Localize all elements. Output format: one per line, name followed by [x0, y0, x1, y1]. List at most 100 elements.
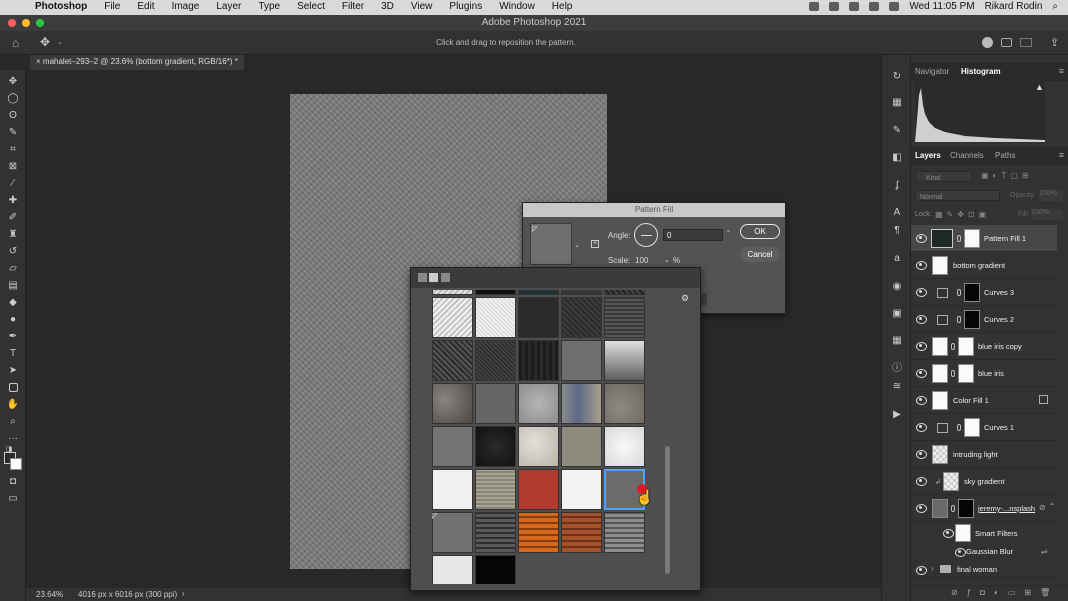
- cancel-button[interactable]: Cancel: [740, 247, 780, 262]
- status-icon[interactable]: [829, 2, 840, 11]
- chevron-up-icon[interactable]: ⌃: [1049, 502, 1056, 511]
- visibility-eye-icon[interactable]: [916, 315, 927, 324]
- pattern-swatch[interactable]: [432, 383, 473, 424]
- tab-navigator[interactable]: Navigator: [915, 67, 949, 76]
- link-icon[interactable]: [951, 370, 955, 377]
- pattern-swatch[interactable]: [604, 512, 645, 553]
- menu-edit[interactable]: Edit: [137, 1, 154, 12]
- angle-input[interactable]: [663, 229, 723, 241]
- menu-view[interactable]: View: [411, 1, 433, 12]
- swatches-icon[interactable]: ▦: [891, 97, 903, 108]
- chevron-down-icon[interactable]: ⌄: [664, 256, 670, 264]
- panel-menu-icon[interactable]: ≡: [1059, 66, 1064, 76]
- pattern-swatch[interactable]: [604, 290, 645, 295]
- clone-stamp-icon[interactable]: ♜: [7, 229, 19, 240]
- menu-plugins[interactable]: Plugins: [449, 1, 482, 12]
- menu-filter[interactable]: Filter: [342, 1, 364, 12]
- visibility-eye-icon[interactable]: [916, 261, 927, 270]
- layer-name[interactable]: Curves 2: [984, 315, 1014, 324]
- background-color-swatch[interactable]: [10, 458, 22, 470]
- user-icon[interactable]: [982, 37, 993, 48]
- new-preset-icon[interactable]: +: [591, 240, 599, 248]
- layer-mask-thumbnail[interactable]: [964, 418, 980, 437]
- status-icon[interactable]: [849, 2, 860, 11]
- path-selection-icon[interactable]: ➤: [7, 365, 19, 376]
- gradient-icon[interactable]: ▤: [7, 280, 19, 291]
- menu-help[interactable]: Help: [552, 1, 573, 12]
- pattern-swatch[interactable]: [604, 340, 645, 381]
- visibility-eye-icon[interactable]: [916, 342, 927, 351]
- lock-icons[interactable]: ▦✎✥⊡▣: [935, 210, 990, 219]
- glyph-icon[interactable]: a: [891, 253, 903, 264]
- table-icon[interactable]: ▦: [891, 335, 903, 346]
- rectangle-tool-icon[interactable]: [7, 382, 19, 393]
- chevron-right-icon[interactable]: ›: [182, 589, 185, 598]
- pattern-swatch[interactable]: [432, 290, 473, 295]
- pattern-swatch[interactable]: [475, 297, 516, 338]
- pattern-swatch[interactable]: [561, 297, 602, 338]
- zoom-level[interactable]: 23.64%: [36, 590, 63, 599]
- menu-image[interactable]: Image: [172, 1, 200, 12]
- visibility-eye-icon[interactable]: [916, 450, 927, 459]
- lasso-icon[interactable]: ʘ: [7, 110, 19, 121]
- kind-filter[interactable]: Kind: [915, 171, 972, 182]
- close-icon[interactable]: ×: [36, 57, 41, 66]
- gear-icon[interactable]: ⚙: [681, 293, 689, 304]
- layer-name[interactable]: Gaussian Blur: [966, 547, 1013, 556]
- picker-scrollbar[interactable]: [665, 446, 670, 574]
- visibility-eye-icon[interactable]: [916, 234, 927, 243]
- pattern-swatch[interactable]: [432, 340, 473, 381]
- pattern-swatch[interactable]: [561, 290, 602, 295]
- visibility-eye-icon[interactable]: [916, 477, 927, 486]
- pattern-swatch[interactable]: [432, 469, 473, 510]
- filter-options-icon[interactable]: ⇌: [1041, 547, 1048, 556]
- visibility-eye-icon[interactable]: [916, 504, 927, 513]
- pattern-swatch[interactable]: [604, 383, 645, 424]
- layer-mask-thumbnail[interactable]: [964, 229, 980, 248]
- visibility-eye-icon[interactable]: [916, 369, 927, 378]
- angle-dial[interactable]: [634, 223, 658, 247]
- move-tool-icon[interactable]: ✥: [7, 76, 19, 87]
- layer-row[interactable]: jeremy-...nsplash ⊘ ⌃: [911, 495, 1057, 522]
- layer-row[interactable]: bottom gradient: [911, 252, 1057, 279]
- layer-name[interactable]: Pattern Fill 1: [984, 234, 1026, 243]
- link-icon[interactable]: [957, 316, 961, 323]
- layer-row[interactable]: Gaussian Blur ⇌: [911, 544, 1057, 560]
- layer-mask-thumbnail[interactable]: [958, 499, 974, 518]
- pattern-swatch[interactable]: [561, 383, 602, 424]
- history-brush-icon[interactable]: ↺: [7, 246, 19, 257]
- visibility-eye-icon[interactable]: [943, 529, 954, 538]
- glyphs-icon[interactable]: ʄ: [891, 180, 903, 191]
- search-icon[interactable]: [1001, 38, 1012, 47]
- layer-mask-thumbnail[interactable]: [964, 283, 980, 302]
- crop-icon[interactable]: ⌗: [7, 144, 19, 155]
- layer-name[interactable]: Curves 1: [984, 423, 1014, 432]
- link-icon[interactable]: [951, 343, 955, 350]
- pattern-swatch[interactable]: [475, 340, 516, 381]
- pattern-swatch[interactable]: [475, 383, 516, 424]
- pattern-swatch[interactable]: [604, 297, 645, 338]
- brush-icon[interactable]: ✐: [7, 212, 19, 223]
- tab-histogram[interactable]: Histogram: [961, 67, 1001, 76]
- smart-filter-icon[interactable]: ⊘: [1039, 503, 1046, 512]
- layer-mask-thumbnail[interactable]: [958, 337, 974, 356]
- paragraph-icon[interactable]: ¶: [891, 225, 903, 236]
- status-icon[interactable]: [809, 2, 820, 11]
- quick-mask-icon[interactable]: ◘: [7, 476, 19, 487]
- properties-icon[interactable]: ▣: [891, 308, 903, 319]
- visibility-eye-icon[interactable]: [955, 548, 966, 557]
- link-icon[interactable]: [957, 424, 961, 431]
- pattern-swatch[interactable]: [475, 555, 516, 584]
- share-icon[interactable]: ⇪: [1050, 36, 1059, 49]
- menubar-clock[interactable]: Wed 11:05 PM: [909, 1, 974, 12]
- pattern-swatch[interactable]: [518, 297, 559, 338]
- layer-row[interactable]: Pattern Fill 1: [911, 225, 1057, 252]
- pattern-swatch[interactable]: [561, 512, 602, 553]
- history-icon[interactable]: ↻: [891, 71, 903, 82]
- menu-app-name[interactable]: Photoshop: [35, 1, 87, 12]
- layer-mask-thumbnail[interactable]: [958, 364, 974, 383]
- layer-name[interactable]: bottom gradient: [953, 261, 1005, 270]
- fill-value[interactable]: 100%: [1031, 209, 1063, 220]
- pattern-swatch[interactable]: [561, 469, 602, 510]
- visibility-eye-icon[interactable]: [916, 396, 927, 405]
